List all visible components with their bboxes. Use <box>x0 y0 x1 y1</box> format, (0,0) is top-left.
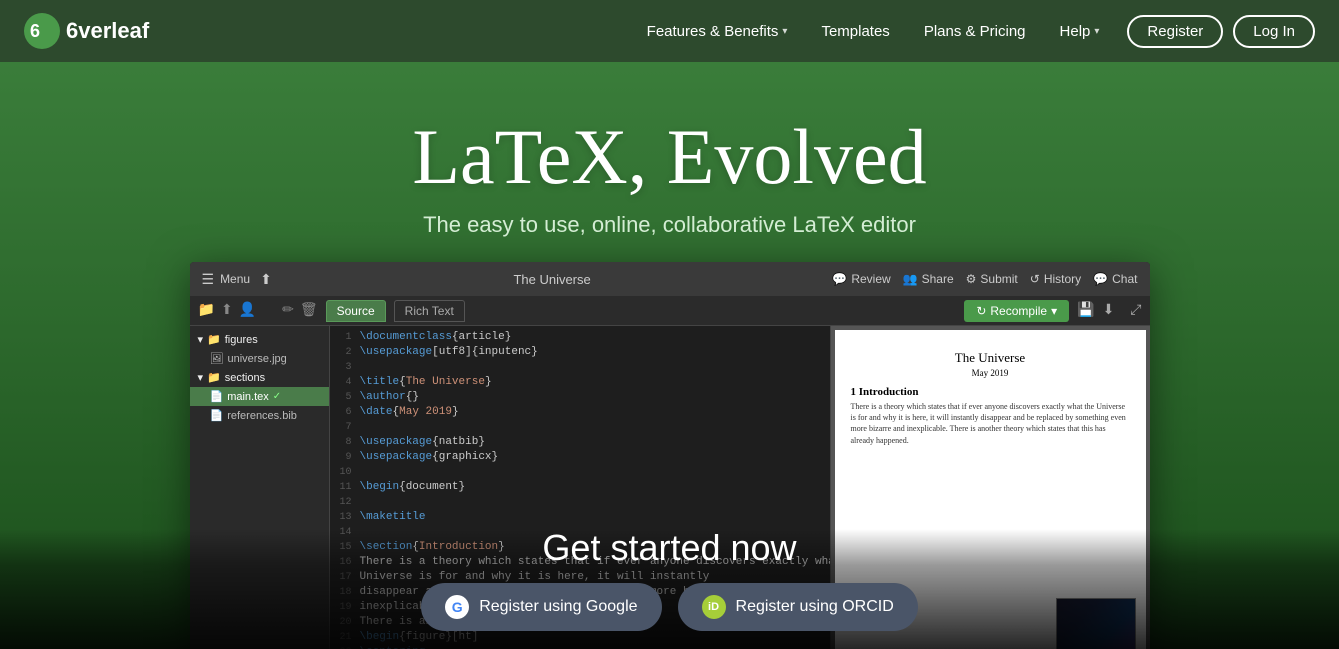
login-button[interactable]: Log In <box>1233 15 1315 48</box>
code-line-10: 10 <box>330 465 830 480</box>
register-buttons: G Register using Google iD Register usin… <box>421 583 918 631</box>
recompile-button[interactable]: ↻ Recompile ▾ <box>964 300 1069 322</box>
nav-features[interactable]: Features & Benefits ▾ <box>633 15 802 48</box>
code-line-9: 9\usepackage{graphicx} <box>330 450 830 465</box>
folder-label: sections <box>225 372 265 384</box>
menu-label: Menu <box>220 272 250 286</box>
history-button[interactable]: ↺ History <box>1030 272 1081 286</box>
code-line-11: 11\begin{document} <box>330 480 830 495</box>
navbar: 6 6verleaf Features & Benefits ▾ Templat… <box>0 0 1339 62</box>
review-button[interactable]: 💬 Review <box>832 272 890 286</box>
pdf-section-title: 1 Introduction <box>851 386 1130 398</box>
code-line-4: 4\title{The Universe} <box>330 375 830 390</box>
editor-topbar: ☰ Menu ⬆ The Universe 💬 Review 👥 Share ⚙… <box>190 262 1150 296</box>
folder-label: figures <box>225 334 258 346</box>
hero-section: LaTeX, Evolved The easy to use, online, … <box>0 62 1339 649</box>
expand-icon: ⤢ <box>1130 303 1141 319</box>
folder-figures[interactable]: ▾ 📁 figures <box>190 330 329 349</box>
image-icon: 🖼 <box>210 352 224 365</box>
menu-button[interactable]: ☰ Menu ⬆ <box>202 271 272 288</box>
code-line-7: 7 <box>330 420 830 435</box>
delete-icon: 🗑 <box>300 302 318 319</box>
save-icon: 💾 <box>1077 302 1094 319</box>
code-line-1: 1\documentclass{article} <box>330 330 830 345</box>
history-icon: ↺ <box>1030 272 1040 286</box>
navbar-links: Features & Benefits ▾ Templates Plans & … <box>633 15 1315 48</box>
chevron-icon: ▾ <box>198 333 204 346</box>
submit-button[interactable]: ⚙ Submit <box>966 272 1018 286</box>
check-icon: ✓ <box>273 391 281 402</box>
folder-icon: 📁 <box>198 302 215 319</box>
register-google-button[interactable]: G Register using Google <box>421 583 661 631</box>
file-label: main.tex <box>227 391 269 403</box>
orcid-icon: iD <box>702 595 726 619</box>
download-icon: ⬇ <box>1103 302 1115 319</box>
svg-text:6: 6 <box>30 21 40 41</box>
richtext-tab[interactable]: Rich Text <box>394 300 465 322</box>
upload-file-icon: ⬆ <box>221 302 233 319</box>
register-button[interactable]: Register <box>1127 15 1223 48</box>
submit-icon: ⚙ <box>966 272 977 286</box>
register-orcid-label: Register using ORCID <box>736 598 894 616</box>
code-line-6: 6\date{May 2019} <box>330 405 830 420</box>
source-tab[interactable]: Source <box>326 300 386 322</box>
secondbar-right: ↻ Recompile ▾ 💾 ⬇ ⤢ <box>964 300 1141 322</box>
hero-subtitle: The easy to use, online, collaborative L… <box>412 212 926 238</box>
logo-text: 6verleaf <box>66 18 149 44</box>
file-icon: 📄 <box>210 409 224 422</box>
person-icon: 👤 <box>239 302 256 319</box>
file-main-tex[interactable]: 📄 main.tex ✓ <box>190 387 329 406</box>
folder-icon: 📁 <box>207 371 221 384</box>
get-started-overlay: Get started now G Register using Google … <box>0 529 1339 649</box>
code-line-2: 2\usepackage[utf8]{inputenc} <box>330 345 830 360</box>
menu-icon: ☰ <box>202 271 215 288</box>
register-google-label: Register using Google <box>479 598 637 616</box>
code-line-8: 8\usepackage{natbib} <box>330 435 830 450</box>
dropdown-arrow: ▾ <box>1051 304 1057 318</box>
chevron-down-icon: ▾ <box>782 26 787 37</box>
file-universe-jpg[interactable]: 🖼 universe.jpg <box>190 349 329 368</box>
code-line-13: 13\maketitle <box>330 510 830 525</box>
toolbar-icons: 📁 ⬆ 👤 ✏ 🗑 <box>198 302 318 319</box>
nav-help[interactable]: Help ▾ <box>1046 15 1114 48</box>
file-label: references.bib <box>227 410 297 422</box>
hero-title: LaTeX, Evolved <box>412 114 926 200</box>
code-line-3: 3 <box>330 360 830 375</box>
get-started-title: Get started now <box>542 527 796 569</box>
chat-icon: 💬 <box>1093 272 1108 286</box>
google-icon: G <box>445 595 469 619</box>
chevron-icon: ▾ <box>198 371 204 384</box>
logo[interactable]: 6 6verleaf <box>24 13 149 49</box>
code-line-12: 12 <box>330 495 830 510</box>
code-line-5: 5\author{} <box>330 390 830 405</box>
editor-document-title: The Universe <box>288 272 817 287</box>
editor-secondbar: 📁 ⬆ 👤 ✏ 🗑 Source Rich Text ↻ Recompile ▾… <box>190 296 1150 326</box>
pdf-date: May 2019 <box>851 368 1130 378</box>
share-button[interactable]: 👥 Share <box>903 272 954 286</box>
pdf-body: There is a theory which states that if e… <box>851 401 1130 446</box>
file-label: universe.jpg <box>227 353 286 365</box>
file-icon: 📄 <box>210 390 224 403</box>
hero-text: LaTeX, Evolved The easy to use, online, … <box>412 62 926 238</box>
upload-icon: ⬆ <box>260 271 272 288</box>
topbar-actions: 💬 Review 👥 Share ⚙ Submit ↺ History 💬 <box>832 272 1137 286</box>
file-references-bib[interactable]: 📄 references.bib <box>190 406 329 425</box>
pdf-title: The Universe <box>851 350 1130 366</box>
review-icon: 💬 <box>832 272 847 286</box>
nav-pricing[interactable]: Plans & Pricing <box>910 15 1040 48</box>
chevron-down-icon: ▾ <box>1094 26 1099 37</box>
edit-icon: ✏ <box>282 302 294 319</box>
share-icon: 👥 <box>903 272 918 286</box>
nav-templates[interactable]: Templates <box>807 15 903 48</box>
folder-icon: 📁 <box>207 333 221 346</box>
register-orcid-button[interactable]: iD Register using ORCID <box>678 583 918 631</box>
folder-sections[interactable]: ▾ 📁 sections <box>190 368 329 387</box>
chat-button[interactable]: 💬 Chat <box>1093 272 1137 286</box>
refresh-icon: ↻ <box>976 304 986 318</box>
logo-icon: 6 <box>24 13 60 49</box>
